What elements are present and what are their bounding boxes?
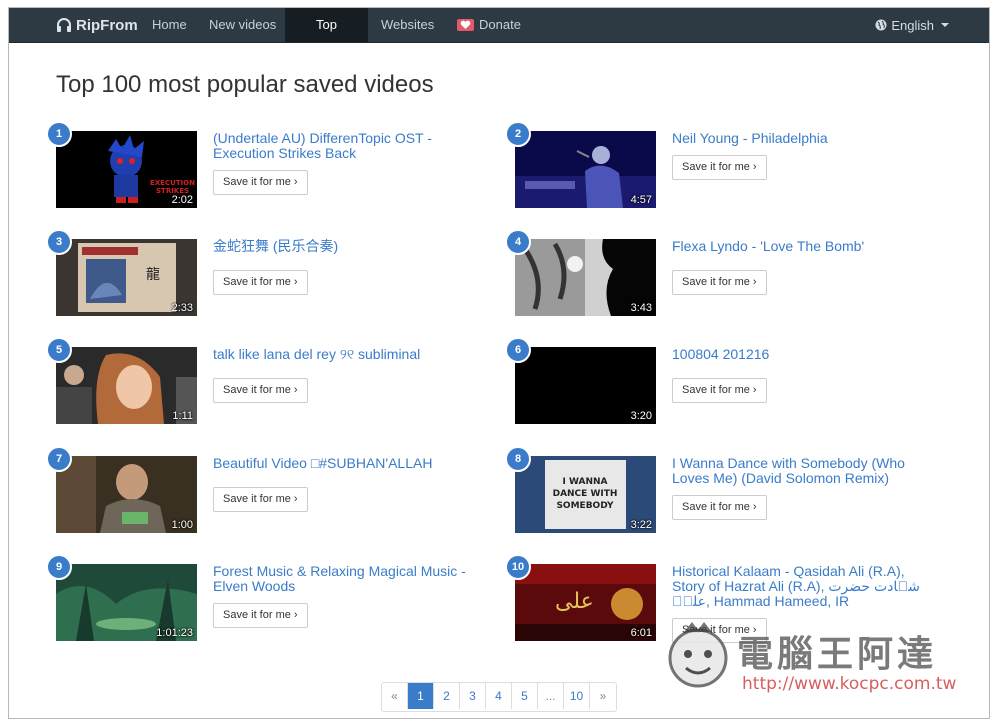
video-title-link[interactable]: Flexa Lyndo - 'Love The Bomb' bbox=[672, 239, 940, 254]
pagination-page-2[interactable]: 2 bbox=[434, 683, 460, 709]
video-title-link[interactable]: Neil Young - Philadelphia bbox=[672, 131, 940, 146]
caret-down-icon bbox=[941, 23, 949, 27]
video-thumbnail[interactable]: 龍 2:33 bbox=[56, 239, 197, 316]
video-title-link[interactable]: 金蛇狂舞 (民乐合奏) bbox=[213, 239, 481, 254]
video-duration: 2:33 bbox=[171, 302, 193, 314]
rank-badge: 1 bbox=[46, 121, 72, 147]
rank-badge: 3 bbox=[46, 229, 72, 255]
video-card: علی 6:01 10 Historical Kalaam - Qasidah … bbox=[505, 554, 955, 644]
video-thumbnail[interactable]: علی 6:01 bbox=[515, 564, 656, 641]
pagination-page-4[interactable]: 4 bbox=[486, 683, 512, 709]
pagination-page-10[interactable]: 10 bbox=[564, 683, 590, 709]
video-thumbnail[interactable]: 1:01:23 bbox=[56, 564, 197, 641]
video-thumbnail[interactable]: 1:00 bbox=[56, 456, 197, 533]
video-thumbnail[interactable]: 3:20 bbox=[515, 347, 656, 424]
navbar: RipFrom Home New videos Top videos Websi… bbox=[9, 8, 989, 66]
nav-donate[interactable]: Donate bbox=[445, 8, 533, 42]
heart-icon bbox=[457, 19, 474, 31]
save-button[interactable]: Save it for me › bbox=[672, 378, 767, 403]
video-title-link[interactable]: Forest Music & Relaxing Magical Music - … bbox=[213, 564, 481, 594]
nav-top-videos[interactable]: Top videos bbox=[285, 8, 368, 66]
video-thumbnail[interactable]: 3:43 bbox=[515, 239, 656, 316]
rank-badge: 8 bbox=[505, 446, 531, 472]
pagination-ellipsis: ... bbox=[538, 683, 564, 709]
globe-icon bbox=[875, 19, 887, 31]
rank-badge: 7 bbox=[46, 446, 72, 472]
svg-text:علی: علی bbox=[555, 589, 594, 614]
video-duration: 6:01 bbox=[630, 627, 652, 639]
rank-badge: 5 bbox=[46, 337, 72, 363]
video-thumbnail[interactable]: EXECUTION STRIKES 2:02 bbox=[56, 131, 197, 208]
video-thumbnail[interactable]: 1:11 bbox=[56, 347, 197, 424]
video-card: 龍 2:33 3 金蛇狂舞 (民乐合奏) Save it for me › bbox=[46, 229, 496, 319]
pagination: « 1 2 3 4 5 ... 10 » bbox=[381, 682, 617, 712]
save-button[interactable]: Save it for me › bbox=[672, 270, 767, 295]
video-card: 1:01:23 9 Forest Music & Relaxing Magica… bbox=[46, 554, 496, 644]
save-button[interactable]: Save it for me › bbox=[213, 170, 308, 195]
svg-text:EXECUTION: EXECUTION bbox=[150, 179, 195, 187]
nav-websites[interactable]: Websites bbox=[369, 8, 446, 42]
rank-badge: 10 bbox=[505, 554, 531, 580]
save-button[interactable]: Save it for me › bbox=[213, 487, 308, 512]
donate-label: Donate bbox=[479, 17, 521, 32]
video-card: EXECUTION STRIKES 2:02 1 (Undertale AU) … bbox=[46, 121, 496, 211]
pagination-page-5[interactable]: 5 bbox=[512, 683, 538, 709]
svg-text:DANCE WITH: DANCE WITH bbox=[553, 489, 618, 499]
rank-badge: 6 bbox=[505, 337, 531, 363]
save-button[interactable]: Save it for me › bbox=[213, 603, 308, 628]
video-thumbnail[interactable]: 4:57 bbox=[515, 131, 656, 208]
pagination-page-1[interactable]: 1 bbox=[408, 683, 434, 709]
page-title: Top 100 most popular saved videos bbox=[56, 71, 434, 98]
video-duration: 1:01:23 bbox=[156, 627, 193, 639]
brand-logo[interactable]: RipFrom bbox=[56, 8, 138, 42]
rank-badge: 2 bbox=[505, 121, 531, 147]
video-duration: 2:02 bbox=[171, 194, 193, 206]
video-title-link[interactable]: Historical Kalaam - Qasidah Ali (R.A), S… bbox=[672, 564, 940, 609]
video-duration: 3:20 bbox=[630, 410, 652, 422]
save-button[interactable]: Save it for me › bbox=[213, 270, 308, 295]
video-duration: 3:43 bbox=[630, 302, 652, 314]
video-card: 3:43 4 Flexa Lyndo - 'Love The Bomb' Sav… bbox=[505, 229, 955, 319]
video-title-link[interactable]: Beautiful Video □#SUBHAN'ALLAH bbox=[213, 456, 481, 471]
video-duration: 3:22 bbox=[630, 519, 652, 531]
video-title-link[interactable]: talk like lana del rey ୨୧ subliminal bbox=[213, 347, 481, 362]
pagination-next[interactable]: » bbox=[590, 683, 616, 709]
video-card: 3:20 6 100804 201216 Save it for me › bbox=[505, 337, 955, 427]
video-title-link[interactable]: (Undertale AU) DifferenTopic OST - Execu… bbox=[213, 131, 481, 161]
pagination-page-3[interactable]: 3 bbox=[460, 683, 486, 709]
rank-badge: 9 bbox=[46, 554, 72, 580]
save-button[interactable]: Save it for me › bbox=[213, 378, 308, 403]
video-duration: 1:11 bbox=[172, 410, 193, 422]
browser-frame: RipFrom Home New videos Top videos Websi… bbox=[8, 7, 990, 719]
language-dropdown[interactable]: English bbox=[875, 8, 949, 42]
headphones-icon bbox=[57, 18, 71, 32]
nav-new-videos[interactable]: New videos bbox=[197, 8, 288, 42]
video-card: 4:57 2 Neil Young - Philadelphia Save it… bbox=[505, 121, 955, 211]
save-button[interactable]: Save it for me › bbox=[672, 155, 767, 180]
save-button[interactable]: Save it for me › bbox=[672, 495, 767, 520]
svg-text:龍: 龍 bbox=[146, 266, 160, 283]
pagination-prev[interactable]: « bbox=[382, 683, 408, 709]
nav-home[interactable]: Home bbox=[140, 8, 199, 42]
video-thumbnail[interactable]: I WANNA DANCE WITH SOMEBODY 3:22 bbox=[515, 456, 656, 533]
language-label: English bbox=[891, 17, 934, 33]
video-title-link[interactable]: 100804 201216 bbox=[672, 347, 940, 362]
svg-text:I WANNA: I WANNA bbox=[563, 477, 608, 487]
watermark-url: http://www.kocpc.com.tw bbox=[742, 674, 957, 694]
svg-text:SOMEBODY: SOMEBODY bbox=[556, 501, 614, 511]
video-card: I WANNA DANCE WITH SOMEBODY 3:22 8 I Wan… bbox=[505, 446, 955, 536]
video-duration: 1:00 bbox=[171, 519, 193, 531]
rank-badge: 4 bbox=[505, 229, 531, 255]
video-title-link[interactable]: I Wanna Dance with Somebody (Who Loves M… bbox=[672, 456, 940, 486]
brand-name: RipFrom bbox=[76, 16, 138, 34]
save-button[interactable]: Save it for me › bbox=[672, 618, 767, 643]
video-duration: 4:57 bbox=[630, 194, 652, 206]
video-card: 1:00 7 Beautiful Video □#SUBHAN'ALLAH Sa… bbox=[46, 446, 496, 536]
video-card: 1:11 5 talk like lana del rey ୨୧ sublimi… bbox=[46, 337, 496, 427]
